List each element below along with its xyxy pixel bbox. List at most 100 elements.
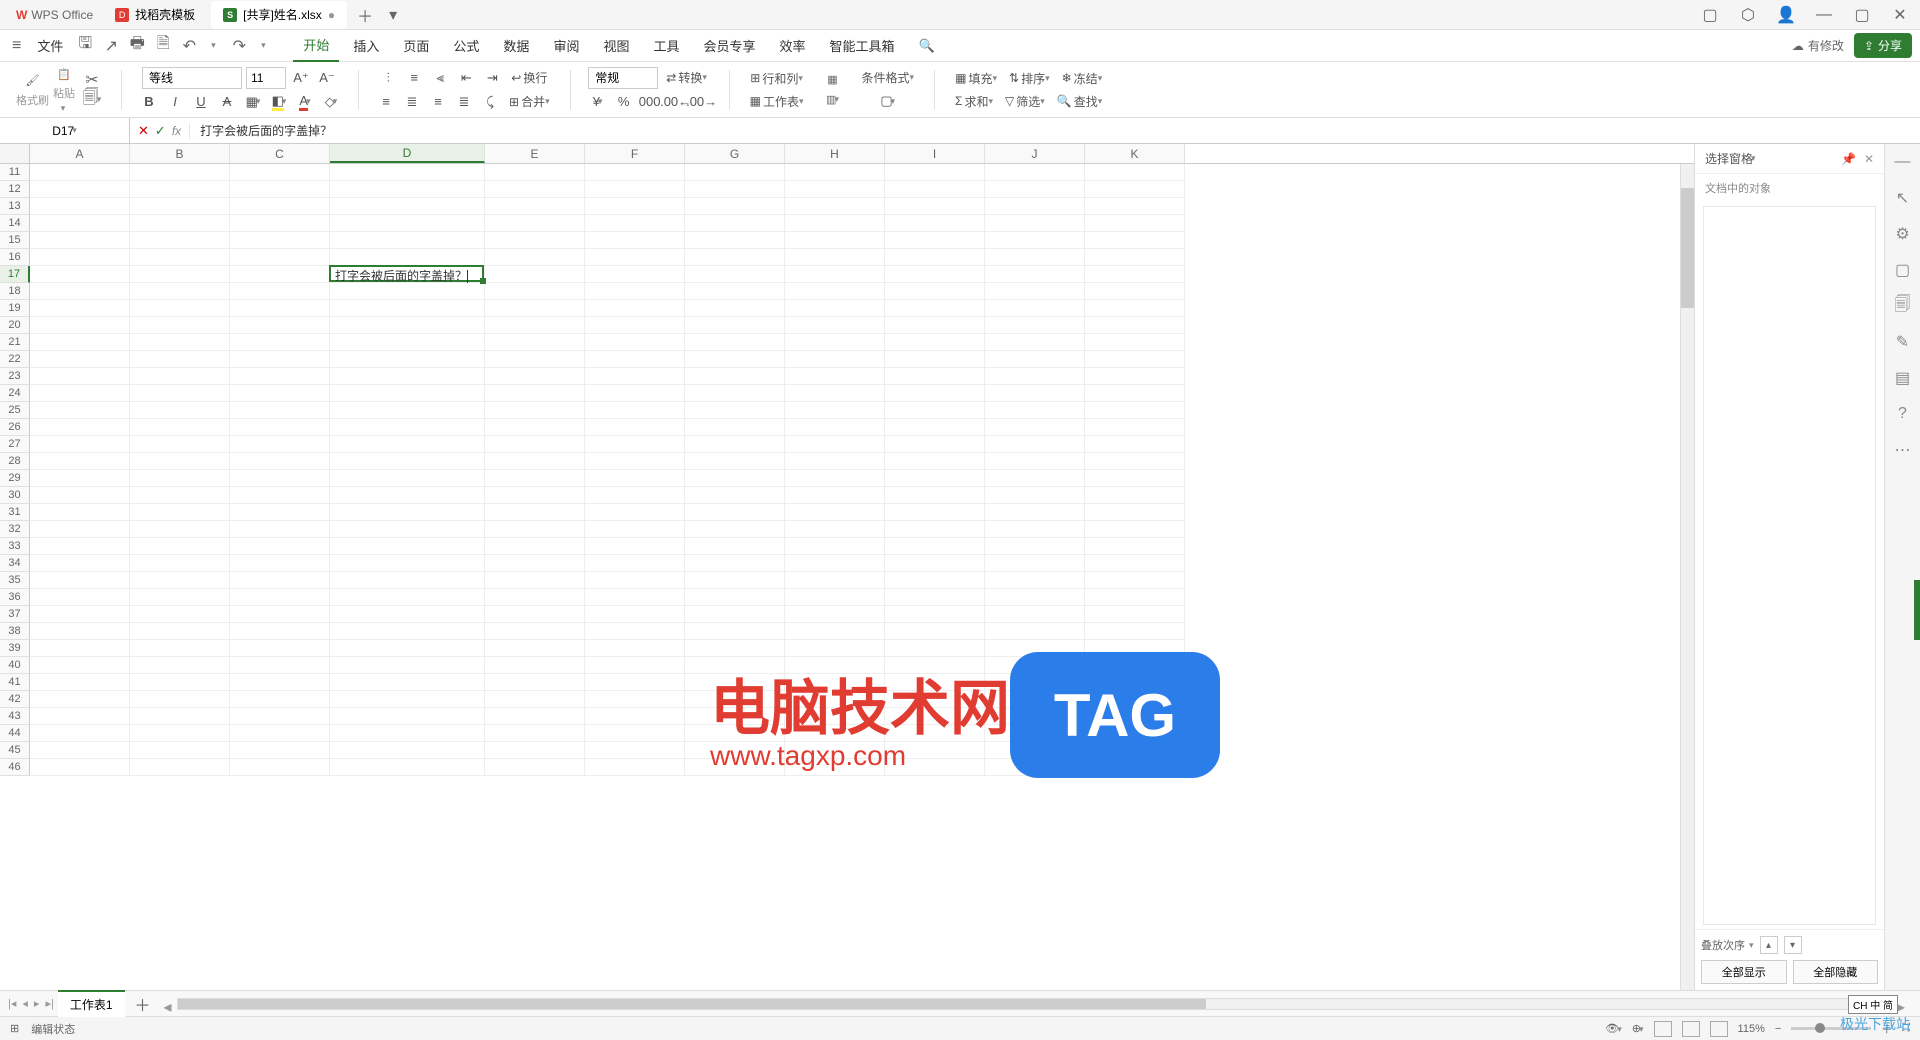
hide-all-button[interactable]: 全部隐藏 — [1793, 960, 1879, 984]
col-header-B[interactable]: B — [130, 144, 230, 163]
cell[interactable] — [985, 351, 1085, 368]
cell[interactable] — [585, 504, 685, 521]
row-header-30[interactable]: 30 — [0, 487, 30, 504]
search-icon[interactable]: 🔍 — [909, 32, 945, 60]
cell[interactable] — [885, 470, 985, 487]
cell[interactable] — [130, 623, 230, 640]
cell[interactable] — [30, 555, 130, 572]
cell[interactable] — [785, 436, 885, 453]
add-sheet-button[interactable]: ＋ — [129, 992, 157, 1016]
cell[interactable] — [30, 266, 130, 283]
cell[interactable] — [230, 453, 330, 470]
cell[interactable] — [585, 385, 685, 402]
page-view-button[interactable] — [1682, 1021, 1700, 1037]
cell[interactable] — [585, 606, 685, 623]
align-left-icon[interactable]: ≡ — [375, 91, 397, 113]
break-view-button[interactable] — [1710, 1021, 1728, 1037]
sheet-next-icon[interactable]: ▸ — [34, 997, 40, 1010]
cell[interactable] — [230, 198, 330, 215]
cell[interactable] — [230, 538, 330, 555]
cell[interactable] — [30, 470, 130, 487]
cell[interactable] — [1085, 368, 1185, 385]
cell[interactable] — [230, 759, 330, 776]
cell[interactable] — [585, 368, 685, 385]
cell[interactable] — [485, 521, 585, 538]
cell[interactable] — [485, 742, 585, 759]
cell[interactable] — [985, 198, 1085, 215]
cell[interactable] — [130, 759, 230, 776]
cell[interactable] — [230, 470, 330, 487]
cell[interactable] — [685, 538, 785, 555]
cell[interactable] — [330, 657, 485, 674]
cell[interactable] — [230, 385, 330, 402]
cell[interactable] — [885, 742, 985, 759]
row-header-19[interactable]: 19 — [0, 300, 30, 317]
cell[interactable] — [230, 521, 330, 538]
cell[interactable] — [30, 538, 130, 555]
tab-document[interactable]: S [共享]姓名.xlsx ● — [211, 1, 347, 29]
cell[interactable] — [230, 317, 330, 334]
cell[interactable] — [330, 623, 485, 640]
cell[interactable] — [885, 572, 985, 589]
cell[interactable] — [1085, 657, 1185, 674]
font-name-input[interactable] — [142, 67, 242, 89]
cell[interactable] — [30, 504, 130, 521]
save-icon[interactable]: 🖫 — [75, 36, 95, 56]
cell[interactable] — [985, 623, 1085, 640]
focus-icon[interactable]: ⊕▾ — [1632, 1022, 1644, 1035]
cell[interactable] — [1085, 555, 1185, 572]
cell[interactable] — [30, 198, 130, 215]
cell[interactable] — [1085, 708, 1185, 725]
cancel-icon[interactable]: ✕ — [138, 123, 149, 139]
cell[interactable] — [785, 249, 885, 266]
cell[interactable] — [30, 402, 130, 419]
spreadsheet-grid[interactable]: ABCDEFGHIJK 1112131415161718192021222324… — [0, 144, 1694, 990]
col-header-E[interactable]: E — [485, 144, 585, 163]
cell[interactable] — [785, 555, 885, 572]
cell[interactable] — [330, 300, 485, 317]
cell[interactable] — [985, 181, 1085, 198]
cell[interactable] — [230, 657, 330, 674]
cell[interactable] — [30, 436, 130, 453]
cell[interactable] — [585, 300, 685, 317]
cell[interactable] — [485, 266, 585, 283]
cell[interactable] — [130, 725, 230, 742]
pin-icon[interactable]: 📌 — [1841, 152, 1856, 166]
cell[interactable] — [230, 572, 330, 589]
cell[interactable] — [785, 521, 885, 538]
cond-format-button[interactable]: 条件格式▾ — [858, 67, 919, 88]
cell[interactable] — [985, 521, 1085, 538]
cell[interactable] — [785, 759, 885, 776]
cell[interactable] — [985, 589, 1085, 606]
cell[interactable] — [30, 623, 130, 640]
cell[interactable] — [30, 419, 130, 436]
cell[interactable] — [485, 436, 585, 453]
cell[interactable] — [685, 317, 785, 334]
cell[interactable] — [685, 725, 785, 742]
cell[interactable] — [485, 572, 585, 589]
cells-area[interactable] — [30, 164, 1694, 776]
cell[interactable] — [585, 657, 685, 674]
cell[interactable] — [885, 555, 985, 572]
cell[interactable] — [585, 419, 685, 436]
cell[interactable] — [585, 572, 685, 589]
cell[interactable] — [585, 215, 685, 232]
cell[interactable] — [785, 640, 885, 657]
clear-button[interactable]: ▢▾ — [877, 90, 899, 112]
cell[interactable] — [685, 181, 785, 198]
cell[interactable] — [130, 742, 230, 759]
cell[interactable] — [1085, 300, 1185, 317]
show-all-button[interactable]: 全部显示 — [1701, 960, 1787, 984]
sum-button[interactable]: Σ求和▾ — [951, 91, 997, 112]
row-header-46[interactable]: 46 — [0, 759, 30, 776]
cell[interactable] — [130, 640, 230, 657]
cell[interactable] — [230, 232, 330, 249]
cell[interactable] — [230, 300, 330, 317]
cell[interactable] — [985, 640, 1085, 657]
bold-button[interactable]: B — [138, 91, 160, 113]
cell[interactable] — [485, 555, 585, 572]
cell[interactable] — [885, 334, 985, 351]
decimal-dec-icon[interactable]: .00→ — [691, 91, 713, 113]
cell[interactable] — [1085, 504, 1185, 521]
cell[interactable] — [885, 232, 985, 249]
